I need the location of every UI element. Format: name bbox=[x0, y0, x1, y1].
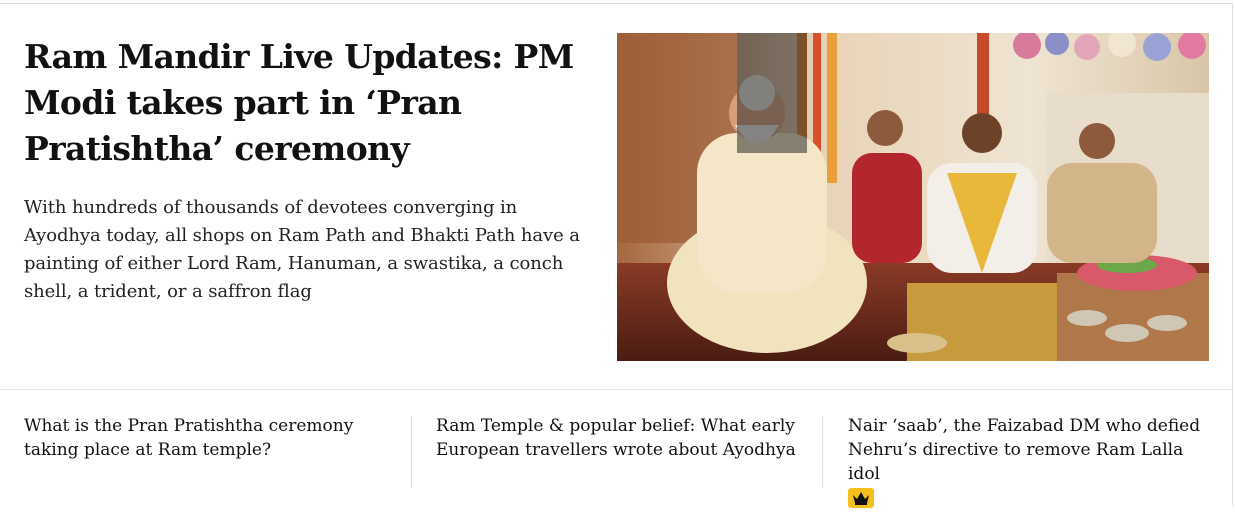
lead-summary: With hundreds of thousands of devotees c… bbox=[24, 197, 580, 302]
related-story-3-block: Nair ‘saab’, the Faizabad DM who defied … bbox=[848, 414, 1218, 515]
related-stories: What is the Pran Pratishtha ceremony tak… bbox=[24, 414, 1224, 508]
story-card: Ram Mandir Live Updates: PM Modi takes p… bbox=[0, 3, 1233, 508]
related-story-1[interactable]: What is the Pran Pratishtha ceremony tak… bbox=[24, 414, 374, 462]
related-story-3[interactable]: Nair ‘saab’, the Faizabad DM who defied … bbox=[848, 416, 1200, 484]
lead-headline-link[interactable]: Ram Mandir Live Updates: PM Modi takes p… bbox=[24, 37, 574, 168]
related-separator bbox=[411, 416, 412, 488]
ceremony-photo bbox=[617, 33, 1209, 361]
lead-headline: Ram Mandir Live Updates: PM Modi takes p… bbox=[24, 34, 594, 172]
related-separator bbox=[822, 416, 823, 488]
lead-story: Ram Mandir Live Updates: PM Modi takes p… bbox=[24, 34, 594, 306]
crown-icon bbox=[848, 488, 874, 508]
section-divider bbox=[0, 389, 1233, 390]
lead-image[interactable] bbox=[617, 33, 1209, 361]
related-story-2[interactable]: Ram Temple & popular belief: What early … bbox=[436, 414, 806, 462]
premium-badge bbox=[848, 486, 1218, 515]
